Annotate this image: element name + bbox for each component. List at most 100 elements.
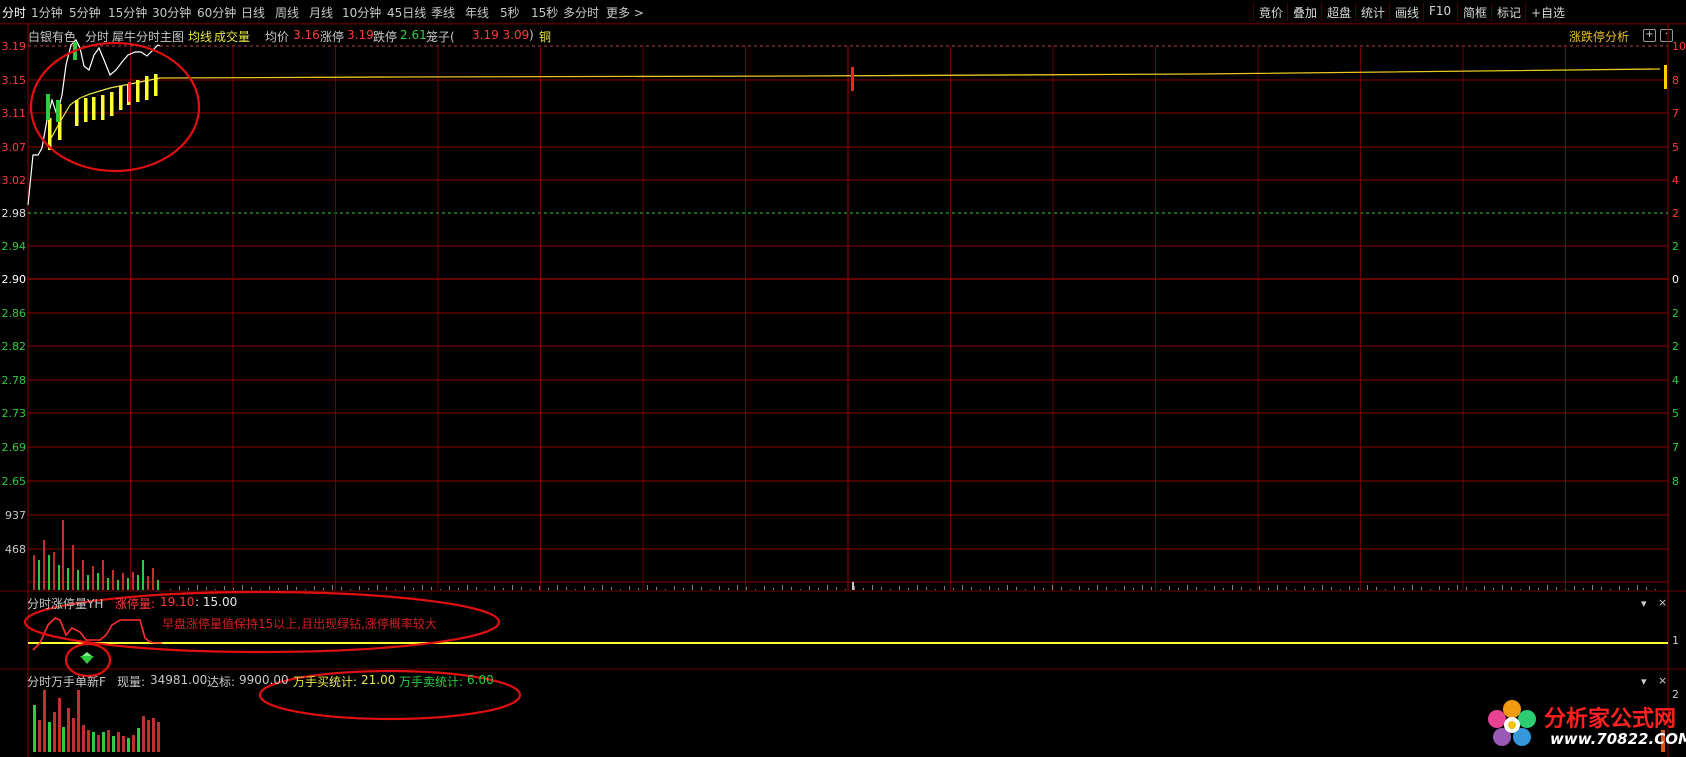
panel1-field-label: 涨停量: [115,597,156,611]
price-axis-label: 3.15 [1,74,27,87]
flower-logo-icon [1488,700,1536,746]
big-order-bar [48,722,51,752]
volume-bar [1205,589,1206,590]
volume-bar [179,586,180,590]
volume-bar [1052,585,1053,590]
big-order-bar [107,730,110,752]
volume-bar [647,585,648,590]
volume-bar [72,545,74,590]
volume-bar [1628,588,1629,590]
big-order-bar [82,725,85,752]
volume-bar [233,588,234,590]
panel2-now-value: 34981.00 [150,673,208,687]
volume-bar [998,588,999,590]
volume-bar [521,587,522,590]
volume-bar [422,585,423,590]
volume-bar [1160,589,1161,590]
volume-bar [142,560,144,590]
volume-bar [575,589,576,590]
volume-bar [107,578,109,590]
volume-bar [1367,585,1368,590]
big-order-bar [62,727,65,752]
volume-bar [1538,588,1539,590]
volume-bar [58,565,60,590]
price-axis-label: 2.78 [1,374,27,387]
volume-bar [1583,588,1584,590]
volume-bar [818,588,819,590]
volume-bar [1502,585,1503,590]
panel1-close-button[interactable]: × [1658,596,1667,609]
volume-bar [296,587,297,590]
volume-bar [926,587,927,590]
marker-bar [851,67,854,91]
volume-bar [962,585,963,590]
volume-bar [43,540,45,590]
volume-bar [67,568,69,590]
site-logo: 分析家公式网 www.70822.COM [1484,697,1686,753]
avg-line-early [49,77,161,141]
volume-bar [890,589,891,590]
up-bar [128,82,131,102]
volume-bar [602,585,603,590]
panel1-axis-label: 1 [1672,634,1679,647]
volume-bar [1619,586,1620,590]
volume-bar [908,588,909,590]
volume-bar [629,586,630,590]
volume-bar [719,586,720,590]
volume-bar [1358,588,1359,590]
green-diamond-icon [80,656,94,664]
panel2-title[interactable]: 分时万手单新F [27,673,106,690]
pct-axis-label: 2 [1672,240,1679,253]
volume-bar [665,589,666,590]
volume-bar [1457,585,1458,590]
volume-bar [1385,589,1386,590]
volume-bar [1286,587,1287,590]
volume-bar [1250,589,1251,590]
volume-bar [260,589,261,590]
signal-bar [101,95,105,120]
price-axis-label: 3.07 [1,141,27,154]
volume-bar [989,586,990,590]
volume-bar [157,580,159,590]
price-axis-label: 2.94 [1,240,27,253]
volume-bar [638,588,639,590]
big-order-bar [122,736,125,752]
volume-bar [674,586,675,590]
volume-bar [1331,587,1332,590]
volume-bar [980,589,981,590]
panel2-close-button[interactable]: × [1658,674,1667,687]
volume-bar [1556,587,1557,590]
volume-bar [935,589,936,590]
volume-bar [1079,586,1080,590]
volume-bar [1124,586,1125,590]
volume-bar [449,586,450,590]
volume-bar [800,589,801,590]
volume-bar [87,575,89,590]
volume-bar [467,585,468,590]
volume-bar [503,588,504,590]
panel1-title[interactable]: 分时涨停量YH [27,595,103,612]
volume-bar [557,585,558,590]
volume-bar [77,570,79,590]
volume-bar [404,586,405,590]
volume-bar [494,586,495,590]
volume-bar [1133,588,1134,590]
signal-bar [92,97,96,120]
volume-bar [782,585,783,590]
pct-axis-label: 2 [1672,340,1679,353]
volume-bar [512,585,513,590]
volume-bar [1349,586,1350,590]
volume-bar [332,585,333,590]
volume-bar [1574,586,1575,590]
big-order-bar [132,735,135,752]
pct-axis-label: 4 [1672,174,1679,187]
panel2-sell-label: 万手卖统计: [399,675,464,689]
volume-bar [1151,587,1152,590]
volume-bar [1277,585,1278,590]
pct-axis-label: 2 [1672,307,1679,320]
volume-bar [287,585,288,590]
volume-bar [431,587,432,590]
volume-bar [1376,587,1377,590]
panel1-dropdown[interactable]: ▾ [1641,597,1647,610]
panel2-dropdown[interactable]: ▾ [1641,675,1647,688]
